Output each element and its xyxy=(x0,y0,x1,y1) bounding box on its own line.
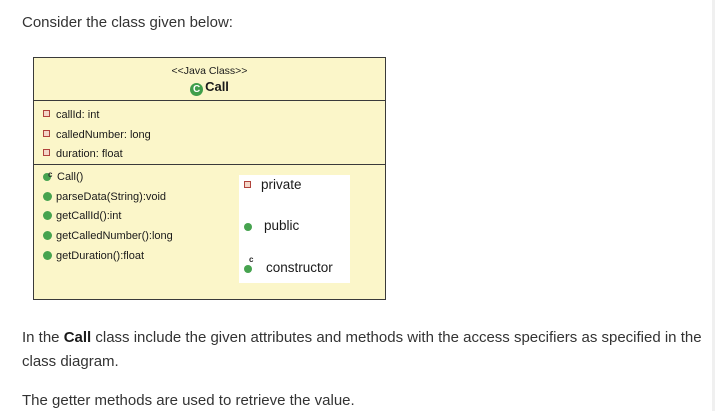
private-icon xyxy=(43,129,50,137)
constructor-icon: c xyxy=(244,255,258,273)
legend-constructor-label: constructor xyxy=(266,260,333,275)
public-icon xyxy=(244,223,252,231)
class-title: C Call xyxy=(34,79,385,96)
method-text: getCalledNumber():long xyxy=(56,230,173,243)
public-icon xyxy=(43,250,52,260)
legend-private-label: private xyxy=(261,177,302,192)
attribute-row: calledNumber: long xyxy=(34,126,385,146)
legend: private public c constructor xyxy=(239,175,350,283)
method-text: getDuration():float xyxy=(56,249,145,262)
class-name-bold: Call xyxy=(63,329,92,346)
attribute-row: callId: int xyxy=(34,106,385,126)
page: Consider the class given below: <<Java C… xyxy=(0,0,716,411)
stereotype-label: <<Java Class>> xyxy=(171,65,248,77)
method-text: parseData(String):void xyxy=(56,190,167,203)
public-icon xyxy=(43,191,52,201)
attribute-row: duration: float xyxy=(34,145,385,165)
legend-public-label: public xyxy=(264,218,300,233)
uml-class-header: <<Java Class>> C Call xyxy=(34,58,385,101)
intro-text: Consider the class given below: xyxy=(22,14,233,31)
private-icon xyxy=(43,110,50,117)
legend-public: public xyxy=(244,218,299,233)
paragraph-text: In the xyxy=(22,329,64,346)
paragraph-getters: The getter methods are used to retrieve … xyxy=(22,392,355,409)
paragraph-access-specifiers: In the Call class include the given attr… xyxy=(22,326,702,374)
attribute-text: callId: int xyxy=(56,109,100,121)
attribute-text: calledNumber: long xyxy=(56,128,151,141)
private-icon xyxy=(244,181,251,188)
legend-constructor: c constructor xyxy=(244,255,333,275)
method-text: getCallId():int xyxy=(56,210,122,223)
attributes-compartment: callId: int calledNumber: long duration:… xyxy=(34,101,385,165)
legend-private: private xyxy=(244,177,302,192)
private-icon xyxy=(43,149,50,156)
class-name: Call xyxy=(205,79,229,94)
attribute-text: duration: float xyxy=(56,148,123,160)
constructor-icon: c xyxy=(43,169,55,181)
paragraph-text: class include the given attributes and m… xyxy=(22,329,702,370)
constructor-text: Call() xyxy=(57,171,84,183)
public-icon xyxy=(43,211,52,221)
public-icon xyxy=(43,231,52,241)
right-divider xyxy=(712,0,715,411)
class-icon: C xyxy=(190,83,204,96)
